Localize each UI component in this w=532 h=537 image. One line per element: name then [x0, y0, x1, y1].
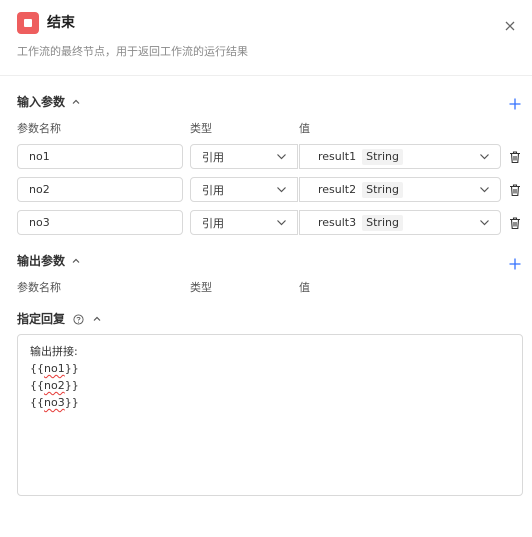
reply-textarea[interactable]: 输出拼接: {{no1}} {{no2}} {{no3}} — [17, 334, 523, 496]
param-type-select[interactable]: 引用 — [190, 210, 298, 235]
variable-token: no1 — [44, 362, 65, 375]
input-params-header[interactable]: 输入参数 — [17, 94, 81, 110]
chevron-up-icon[interactable] — [71, 256, 81, 266]
close-icon[interactable] — [502, 18, 518, 34]
param-value-ref: result3 — [318, 216, 357, 229]
column-param-name: 参数名称 — [17, 281, 61, 294]
chevron-down-icon — [277, 220, 286, 226]
param-value-ref: result1 — [318, 150, 357, 163]
node-title: 结束 — [47, 15, 75, 31]
value-type-badge: String — [362, 148, 403, 165]
chevron-down-icon — [480, 154, 489, 160]
param-name-input[interactable]: no1 — [17, 144, 183, 169]
column-type: 类型 — [190, 122, 212, 135]
param-type-value: 引用 — [202, 183, 224, 197]
param-value-select[interactable]: result2 String — [299, 177, 501, 202]
value-type-badge: String — [362, 181, 403, 198]
param-value-ref: result2 — [318, 183, 357, 196]
trash-icon[interactable] — [508, 183, 522, 197]
column-param-name: 参数名称 — [17, 122, 61, 135]
panel-header: 结束 工作流的最终节点，用于返回工作流的运行结果 — [0, 0, 532, 76]
value-type-badge: String — [362, 214, 403, 231]
node-description: 工作流的最终节点，用于返回工作流的运行结果 — [17, 45, 248, 58]
column-value: 值 — [299, 281, 310, 294]
param-name-input[interactable]: no2 — [17, 177, 183, 202]
column-value: 值 — [299, 122, 310, 135]
chevron-down-icon — [480, 220, 489, 226]
param-type-select[interactable]: 引用 — [190, 144, 298, 169]
add-input-param-icon[interactable] — [508, 97, 522, 111]
param-value-select[interactable]: result1 String — [299, 144, 501, 169]
reply-line: {{no3}} — [30, 396, 79, 409]
param-type-value: 引用 — [202, 216, 224, 230]
column-type: 类型 — [190, 281, 212, 294]
reply-title: 指定回复 — [17, 312, 66, 326]
chevron-down-icon — [277, 154, 286, 160]
chevron-up-icon[interactable] — [71, 97, 81, 107]
reply-line: {{no1}} — [30, 362, 79, 375]
param-type-select[interactable]: 引用 — [190, 177, 298, 202]
param-value-select[interactable]: result3 String — [299, 210, 501, 235]
add-output-param-icon[interactable] — [508, 257, 522, 271]
output-params-title: 输出参数 — [17, 254, 66, 268]
chevron-down-icon — [480, 187, 489, 193]
stop-square-icon — [17, 12, 39, 34]
input-params-title: 输入参数 — [17, 95, 66, 109]
reply-line: 输出拼接: — [30, 345, 78, 358]
output-params-header[interactable]: 输出参数 — [17, 253, 81, 269]
help-circle-icon[interactable] — [73, 313, 84, 325]
param-type-value: 引用 — [202, 150, 224, 164]
chevron-up-icon[interactable] — [92, 314, 102, 324]
trash-icon[interactable] — [508, 150, 522, 164]
variable-token: no3 — [44, 396, 65, 409]
variable-token: no2 — [44, 379, 65, 392]
reply-header[interactable]: 指定回复 — [17, 311, 102, 327]
param-name-input[interactable]: no3 — [17, 210, 183, 235]
trash-icon[interactable] — [508, 216, 522, 230]
param-name-value: no2 — [29, 183, 50, 196]
chevron-down-icon — [277, 187, 286, 193]
param-name-value: no1 — [29, 150, 50, 163]
reply-line: {{no2}} — [30, 379, 79, 392]
param-name-value: no3 — [29, 216, 50, 229]
